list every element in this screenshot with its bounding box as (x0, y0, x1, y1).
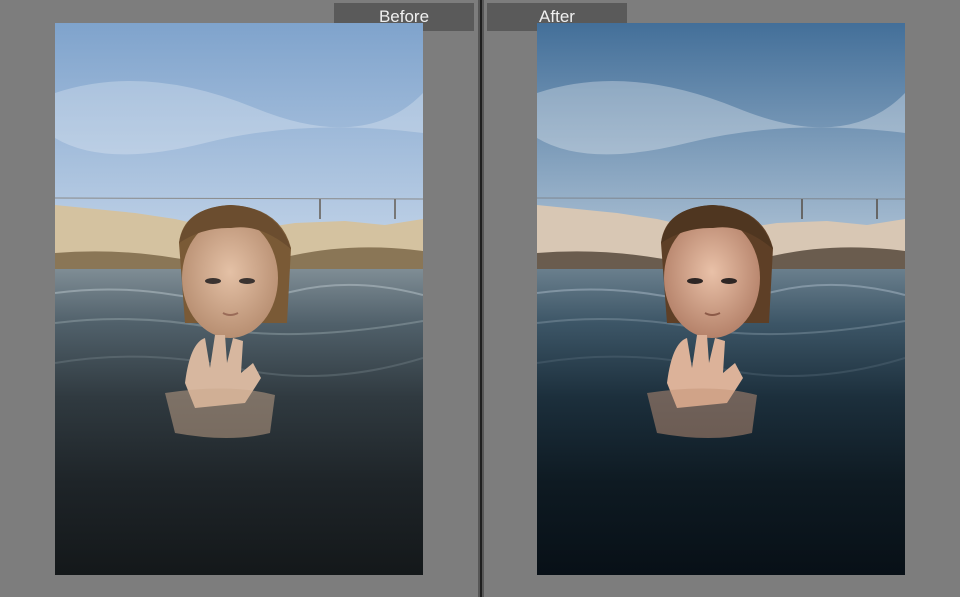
after-photo[interactable] (537, 23, 905, 575)
after-photo-image (537, 23, 905, 575)
before-photo[interactable] (55, 23, 423, 575)
after-pane[interactable]: After (484, 0, 960, 597)
before-photo-image (55, 23, 423, 575)
before-pane[interactable]: Before (0, 0, 478, 597)
